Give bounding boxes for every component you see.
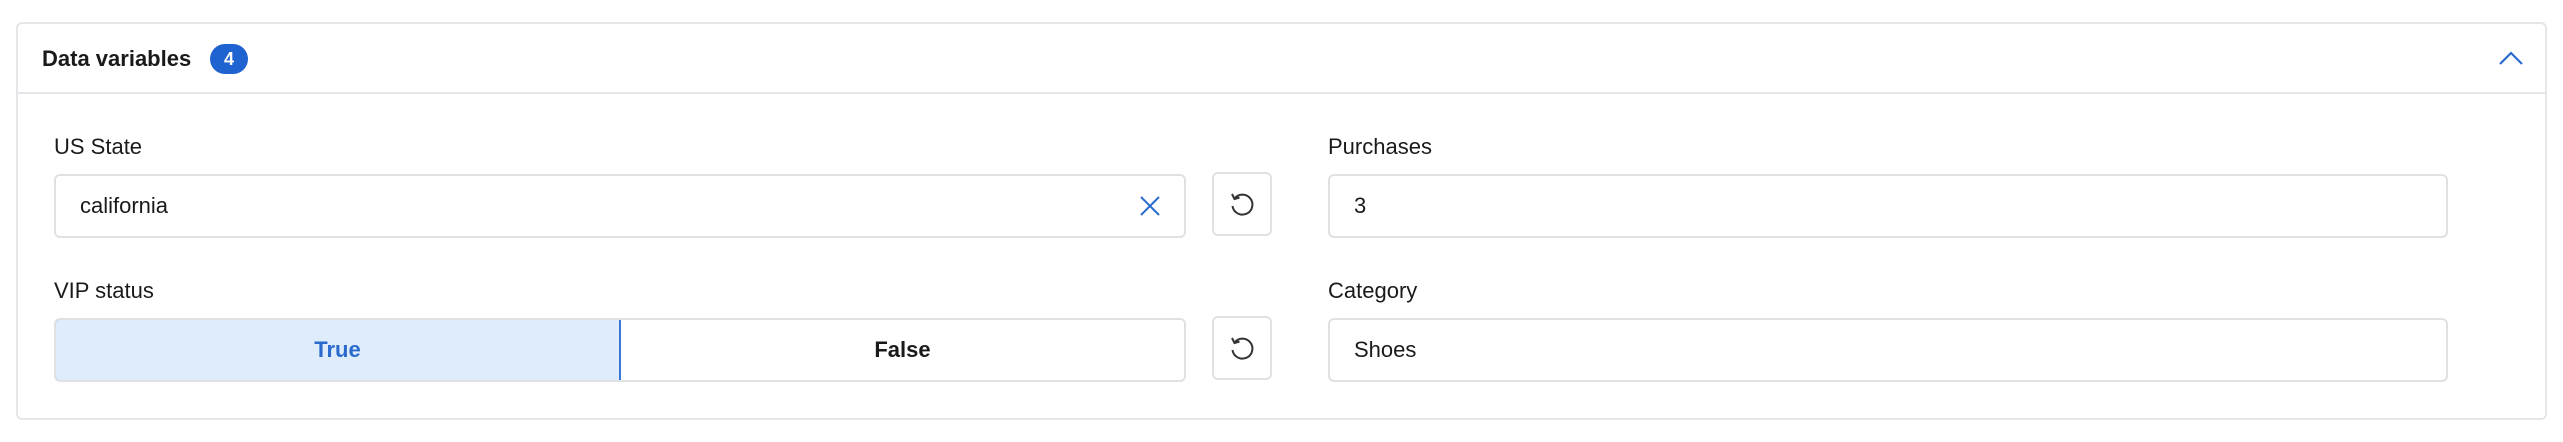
purchases-label: Purchases bbox=[1328, 134, 1432, 159]
panel-title: Data variables bbox=[42, 46, 192, 71]
us-state-label: US State bbox=[54, 134, 143, 159]
us-state-input[interactable]: california bbox=[54, 174, 1186, 238]
panel-header[interactable]: Data variables 4 bbox=[18, 24, 2545, 94]
chevron-up-icon bbox=[2499, 51, 2523, 65]
vip-status-true-option[interactable]: True bbox=[56, 320, 621, 380]
close-icon bbox=[1140, 196, 1160, 216]
us-state-value: california bbox=[80, 193, 169, 218]
reset-icon bbox=[1231, 337, 1254, 360]
category-value: Shoes bbox=[1354, 337, 1417, 362]
data-variables-panel: Data variables 4 US State california Pur… bbox=[16, 22, 2547, 420]
vip-status-label: VIP status bbox=[54, 278, 154, 303]
category-label: Category bbox=[1328, 278, 1418, 303]
vip-status-toggle[interactable]: True False bbox=[54, 318, 1186, 382]
category-input[interactable]: Shoes bbox=[1328, 318, 2448, 382]
us-state-reset-button[interactable] bbox=[1212, 172, 1272, 236]
collapse-button[interactable] bbox=[2495, 42, 2527, 74]
vip-status-reset-button[interactable] bbox=[1212, 316, 1272, 380]
us-state-clear-button[interactable] bbox=[1134, 190, 1166, 222]
purchases-value: 3 bbox=[1354, 193, 1367, 218]
purchases-input[interactable]: 3 bbox=[1328, 174, 2448, 238]
count-badge: 4 bbox=[210, 44, 248, 74]
vip-status-false-option[interactable]: False bbox=[621, 320, 1184, 380]
reset-icon bbox=[1231, 193, 1254, 216]
